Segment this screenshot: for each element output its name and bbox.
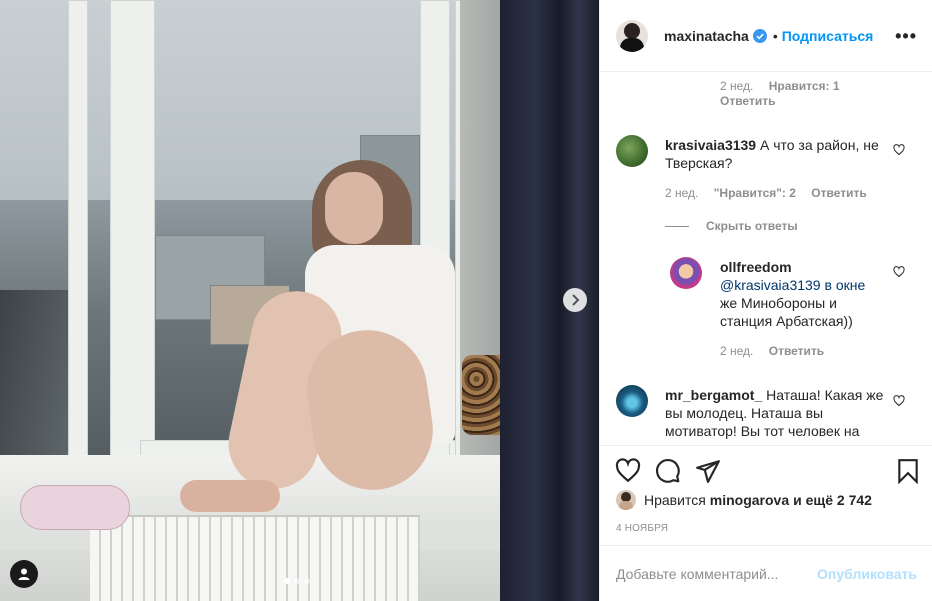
post-date[interactable]: 4 ноября [616, 523, 668, 534]
comment-time: 2 нед. [665, 186, 699, 200]
photo-radiator [90, 515, 420, 601]
window-frame [110, 0, 155, 470]
window-frame [68, 0, 88, 470]
tagged-users-button[interactable] [10, 560, 38, 588]
commenter-username[interactable]: krasivaia3139 [665, 137, 756, 153]
liker-avatar[interactable] [616, 490, 636, 510]
likes-summary: Нравится minogarova и ещё 2 742 [616, 490, 872, 510]
verified-badge-icon [752, 28, 767, 43]
photo-telephone [20, 485, 130, 530]
post-header: maxinatacha • Подписаться ••• [600, 0, 932, 72]
comment-meta: 2 нед. Ответить [720, 344, 824, 358]
photo-person-face [325, 172, 383, 244]
comments-list: 2 нед. Нравится: 1 Ответить krasivaia313… [600, 73, 932, 445]
comment-body-line: вы молодец. Наташа вы [665, 405, 824, 421]
comment-text: krasivaia3139 А что за район, не Тверска… [665, 136, 895, 172]
carousel-dot [284, 578, 290, 584]
post-photo[interactable] [0, 0, 599, 601]
share-paper-plane-icon[interactable] [695, 458, 721, 484]
publish-button[interactable]: Опубликовать [817, 566, 917, 582]
commenter-username[interactable]: ollfreedom [720, 259, 792, 275]
mention-link[interactable]: @krasivaia3139 в окне [720, 277, 865, 293]
divider-line [665, 226, 689, 227]
comment-body-line2: Тверская? [665, 155, 733, 171]
comment-bubble-icon[interactable] [655, 458, 681, 484]
comment-body-line1: А что за район, не [759, 137, 879, 153]
comment-likes[interactable]: Нравится: 1 [769, 79, 840, 93]
separator-dot: • [772, 27, 778, 44]
commenter-avatar[interactable] [616, 385, 648, 417]
comment-meta: 2 нед. Нравится: 1 [720, 79, 840, 93]
comment-body-line: же Минобороны и [720, 295, 837, 311]
comment-body-line: станция Арбатская)) [720, 313, 853, 329]
add-comment-bar: Добавьте комментарий... Опубликовать [600, 545, 932, 601]
heart-icon[interactable] [893, 144, 905, 156]
commenter-avatar[interactable] [616, 135, 648, 167]
comment-time: 2 нед. [720, 79, 754, 93]
comment-time: 2 нед. [720, 344, 754, 358]
heart-icon[interactable] [893, 395, 905, 407]
comment-text: ollfreedom @krasivaia3139 в окне же Мино… [720, 258, 880, 330]
comment-body-line: мотиватор! Вы тот человек на [665, 423, 860, 439]
next-photo-button[interactable] [563, 288, 587, 312]
commenter-avatar[interactable] [670, 257, 702, 289]
reply-button[interactable]: Ответить [720, 94, 775, 108]
heart-icon[interactable] [893, 266, 905, 278]
hide-replies-button[interactable]: Скрыть ответы [706, 219, 798, 233]
comment-body-line1: Наташа! Какая же [766, 387, 884, 403]
like-heart-icon[interactable] [615, 458, 641, 484]
comment-text: mr_bergamot_ Наташа! Какая же вы молодец… [665, 386, 890, 440]
carousel-indicator [284, 578, 310, 584]
post-side-panel: maxinatacha • Подписаться ••• 2 нед. Нра… [599, 0, 932, 601]
liker-username[interactable]: minogarova [710, 492, 789, 508]
author-username[interactable]: maxinatacha [664, 28, 749, 44]
bookmark-icon[interactable] [895, 458, 921, 484]
post-actions: Нравится minogarova и ещё 2 742 4 ноября [600, 445, 932, 545]
more-options-icon[interactable]: ••• [895, 26, 917, 47]
carousel-dot [304, 578, 310, 584]
reply-button[interactable]: Ответить [811, 186, 866, 200]
likes-prefix: Нравится [644, 492, 706, 508]
commenter-username[interactable]: mr_bergamot_ [665, 387, 762, 403]
author-avatar[interactable] [616, 19, 648, 52]
comment-likes[interactable]: "Нравится": 2 [714, 186, 796, 200]
follow-button[interactable]: Подписаться [782, 28, 874, 44]
photo-person-foot [180, 480, 280, 512]
comment-input[interactable]: Добавьте комментарий... [616, 566, 817, 582]
likes-count[interactable]: и ещё 2 742 [793, 492, 872, 508]
reply-button[interactable]: Ответить [769, 344, 824, 358]
carousel-dot [294, 578, 300, 584]
comment-meta: 2 нед. "Нравится": 2 Ответить [665, 186, 867, 200]
user-icon [18, 568, 30, 580]
chevron-right-icon [572, 294, 580, 306]
